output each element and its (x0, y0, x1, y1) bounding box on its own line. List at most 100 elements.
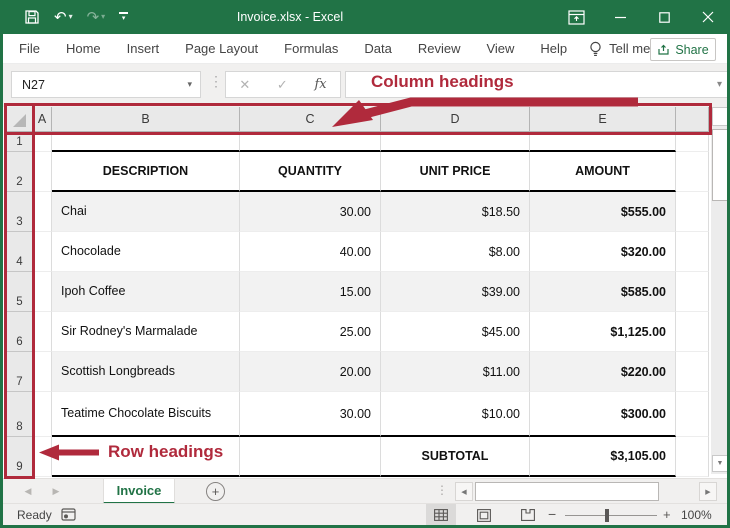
col-header-F[interactable] (676, 107, 709, 132)
cell-D3[interactable]: $18.50 (381, 192, 530, 232)
cell-D6[interactable]: $45.00 (381, 312, 530, 352)
cancel-icon[interactable]: ✕ (239, 77, 250, 93)
cell-D2[interactable]: UNIT PRICE (381, 152, 530, 192)
zoom-level-label[interactable]: 100% (681, 508, 712, 522)
zoom-slider-track[interactable] (565, 515, 657, 516)
row-header-9[interactable]: 9 (7, 437, 33, 477)
row-header-1[interactable]: 1 (7, 132, 33, 152)
select-all-corner[interactable] (7, 107, 33, 132)
cell-C2[interactable]: QUANTITY (240, 152, 381, 192)
cell-F7[interactable] (676, 352, 709, 392)
prev-sheet-icon[interactable]: ◀ (15, 479, 41, 504)
insert-function-icon[interactable]: fx (314, 77, 326, 92)
cell-A1[interactable] (33, 132, 52, 152)
tab-data[interactable]: Data (364, 41, 391, 56)
customize-qat-icon[interactable]: ▾ (119, 12, 128, 22)
cell-B2[interactable]: DESCRIPTION (52, 152, 240, 192)
tab-formulas[interactable]: Formulas (284, 41, 338, 56)
tab-scrollbar-grip-icon[interactable]: ⋮ (436, 483, 448, 497)
cell-B1[interactable] (52, 132, 240, 152)
vertical-scrollbar-top-button[interactable] (712, 107, 728, 126)
scroll-left-icon[interactable]: ◀ (455, 482, 473, 501)
cell-B5[interactable]: Ipoh Coffee (52, 272, 240, 312)
zoom-in-icon[interactable]: + (663, 507, 671, 522)
scroll-down-icon[interactable]: ▼ (712, 455, 728, 472)
row-header-4[interactable]: 4 (7, 232, 33, 272)
cell-F1[interactable] (676, 132, 709, 152)
cell-D1[interactable] (381, 132, 530, 152)
tab-insert[interactable]: Insert (127, 41, 160, 56)
new-sheet-button[interactable]: + (206, 482, 225, 501)
cell-B4[interactable]: Chocolade (52, 232, 240, 272)
col-header-D[interactable]: D (381, 107, 530, 132)
enter-icon[interactable]: ✓ (277, 77, 288, 93)
cell-E8[interactable]: $300.00 (530, 392, 676, 437)
cell-A4[interactable] (33, 232, 52, 272)
cell-A5[interactable] (33, 272, 52, 312)
cell-F6[interactable] (676, 312, 709, 352)
cell-C8[interactable]: 30.00 (240, 392, 381, 437)
cell-D4[interactable]: $8.00 (381, 232, 530, 272)
cell-F2[interactable] (676, 152, 709, 192)
vertical-scrollbar[interactable]: ▼ (711, 107, 729, 474)
cell-D8[interactable]: $10.00 (381, 392, 530, 437)
cell-C4[interactable]: 40.00 (240, 232, 381, 272)
minimize-button[interactable] (598, 0, 642, 34)
scroll-right-icon[interactable]: ▶ (699, 482, 717, 501)
maximize-button[interactable] (642, 0, 686, 34)
cell-D7[interactable]: $11.00 (381, 352, 530, 392)
cell-E1[interactable] (530, 132, 676, 152)
share-button[interactable]: Share (650, 38, 716, 61)
undo-button[interactable]: ↶▾ (54, 10, 73, 25)
cell-F4[interactable] (676, 232, 709, 272)
row-header-3[interactable]: 3 (7, 192, 33, 232)
cell-A7[interactable] (33, 352, 52, 392)
col-header-B[interactable]: B (52, 107, 240, 132)
row-header-2[interactable]: 2 (7, 152, 33, 192)
tab-help[interactable]: Help (540, 41, 567, 56)
tab-page-layout[interactable]: Page Layout (185, 41, 258, 56)
col-header-E[interactable]: E (530, 107, 676, 132)
zoom-slider-thumb[interactable] (605, 509, 609, 522)
cell-F9[interactable] (676, 437, 709, 477)
cell-D5[interactable]: $39.00 (381, 272, 530, 312)
tab-file[interactable]: File (19, 41, 40, 56)
cell-A2[interactable] (33, 152, 52, 192)
cell-D9[interactable]: SUBTOTAL (381, 437, 530, 477)
next-sheet-icon[interactable]: ▶ (43, 479, 69, 504)
cell-B7[interactable]: Scottish Longbreads (52, 352, 240, 392)
cell-F5[interactable] (676, 272, 709, 312)
cell-E6[interactable]: $1,125.00 (530, 312, 676, 352)
expand-formula-bar-icon[interactable]: ▾ (717, 79, 722, 90)
cell-B6[interactable]: Sir Rodney's Marmalade (52, 312, 240, 352)
chevron-down-icon[interactable]: ▾ (187, 79, 192, 90)
tell-me-box[interactable]: Tell me (589, 41, 650, 57)
cell-E2[interactable]: AMOUNT (530, 152, 676, 192)
row-header-6[interactable]: 6 (7, 312, 33, 352)
cell-C6[interactable]: 25.00 (240, 312, 381, 352)
redo-button[interactable]: ↷▾ (87, 10, 106, 25)
cell-A6[interactable] (33, 312, 52, 352)
close-button[interactable] (686, 0, 730, 34)
horizontal-scrollbar-thumb[interactable] (475, 482, 659, 501)
cell-A3[interactable] (33, 192, 52, 232)
cell-B3[interactable]: Chai (52, 192, 240, 232)
row-header-5[interactable]: 5 (7, 272, 33, 312)
cell-C3[interactable]: 30.00 (240, 192, 381, 232)
macro-record-icon[interactable] (61, 508, 76, 521)
horizontal-scrollbar[interactable]: ◀ ▶ (455, 482, 717, 501)
vertical-scrollbar-thumb[interactable] (712, 129, 728, 201)
tab-review[interactable]: Review (418, 41, 461, 56)
cell-A8[interactable] (33, 392, 52, 437)
tab-view[interactable]: View (486, 41, 514, 56)
cell-C5[interactable]: 15.00 (240, 272, 381, 312)
cell-F8[interactable] (676, 392, 709, 437)
name-box[interactable]: N27 ▾ (11, 71, 201, 98)
normal-view-icon[interactable] (426, 504, 456, 526)
page-break-preview-icon[interactable] (513, 504, 543, 526)
cell-E5[interactable]: $585.00 (530, 272, 676, 312)
cell-E9[interactable]: $3,105.00 (530, 437, 676, 477)
col-header-C[interactable]: C (240, 107, 381, 132)
tab-home[interactable]: Home (66, 41, 101, 56)
row-header-7[interactable]: 7 (7, 352, 33, 392)
